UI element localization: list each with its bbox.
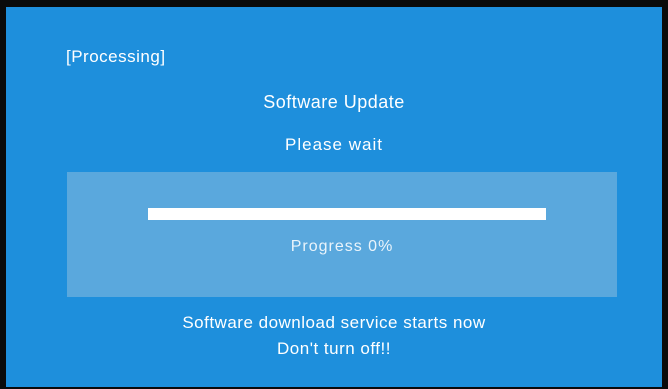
progress-label: Progress 0% [290,238,394,255]
status-label: [Processing] [66,47,166,66]
update-screen: [Processing] Software Update Please wait… [6,7,662,387]
download-notice: Software download service starts now [182,313,486,332]
page-title: Software Update [263,92,405,112]
power-warning: Don't turn off!! [277,339,391,358]
progress-panel: Progress 0% [67,172,617,297]
progress-bar [148,208,546,220]
wait-message: Please wait [285,135,383,154]
